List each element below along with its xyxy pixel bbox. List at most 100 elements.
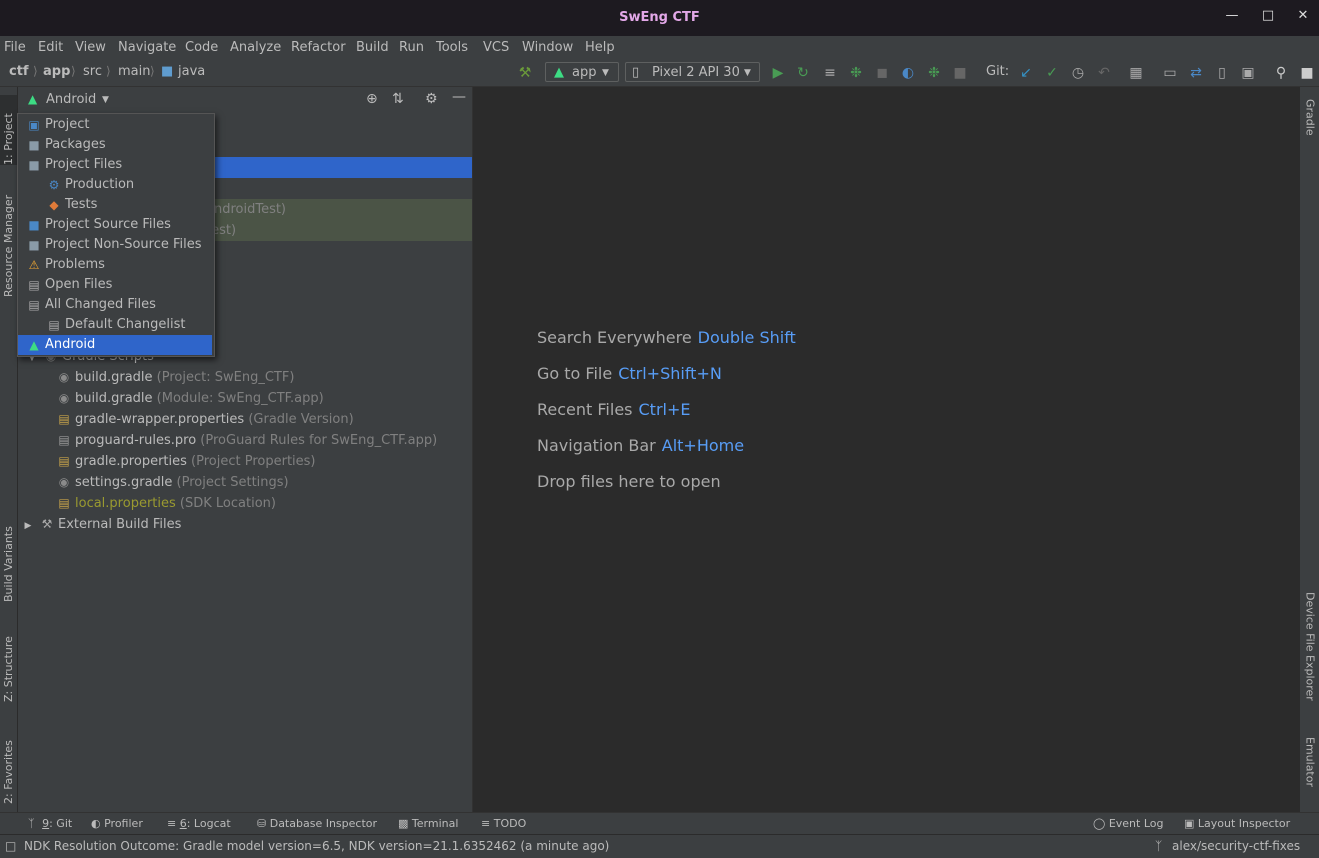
menu-build[interactable]: Build <box>356 40 389 55</box>
breadcrumb-separator: ⟩ <box>33 64 38 78</box>
popup-item-project[interactable]: ▣ Project <box>18 115 212 135</box>
breadcrumb-separator: ⟩ <box>106 64 111 78</box>
popup-item-tests[interactable]: ◆ Tests <box>18 195 212 215</box>
tab-event-log[interactable]: ◯ Event Log <box>1093 817 1163 830</box>
git-update-icon[interactable]: ↙ <box>1018 65 1034 81</box>
minimize-button[interactable]: — <box>1225 9 1239 23</box>
terminal-icon: ▩ <box>398 817 409 830</box>
tab-favorites[interactable]: 2: Favorites <box>0 719 17 804</box>
apply-code-changes-icon[interactable]: ≡ <box>822 65 838 81</box>
tab-todo[interactable]: ≡ TODO <box>481 817 526 830</box>
sync-gradle-icon[interactable]: ⇄ <box>1188 65 1204 81</box>
popup-item-android[interactable]: ▲ Android <box>18 335 212 355</box>
tab-favorites-label: 2: Favorites <box>2 740 15 804</box>
hide-icon[interactable]: — <box>452 89 466 105</box>
tree-row-settings-gradle[interactable]: ◉ settings.gradle (Project Settings) <box>56 472 289 493</box>
close-button[interactable]: ✕ <box>1296 9 1310 23</box>
run-config-select[interactable]: ▲ app ▼ <box>545 62 619 82</box>
history-icon[interactable]: ◷ <box>1070 65 1086 81</box>
tree-row-external-build-files[interactable]: ▶ ⚒ External Build Files <box>20 514 182 535</box>
tab-logcat[interactable]: ≡ 6: Logcat <box>167 817 231 830</box>
tab-project[interactable]: 1: Project <box>0 95 17 165</box>
menu-analyze[interactable]: Analyze <box>230 40 281 55</box>
tab-resource-manager[interactable]: Resource Manager <box>0 182 17 297</box>
breadcrumb-ctf[interactable]: ctf <box>9 64 29 79</box>
menu-vcs[interactable]: VCS <box>483 40 509 55</box>
breadcrumb-app[interactable]: app <box>43 64 70 79</box>
tab-database-inspector[interactable]: ⛁ Database Inspector <box>257 817 377 830</box>
tab-profiler[interactable]: ◐ Profiler <box>91 817 143 830</box>
menu-refactor[interactable]: Refactor <box>291 40 346 55</box>
tab-layout-inspector[interactable]: ▣ Layout Inspector <box>1184 817 1290 830</box>
locate-icon[interactable]: ⊕ <box>366 91 378 107</box>
device-label: Pixel 2 API 30 <box>652 65 740 80</box>
tree-row-proguard[interactable]: ▤ proguard-rules.pro (ProGuard Rules for … <box>56 430 437 451</box>
device-select[interactable]: ▯ Pixel 2 API 30 ▼ <box>625 62 760 82</box>
stop-icon[interactable]: ■ <box>952 65 968 81</box>
apply-changes-icon[interactable]: ↻ <box>795 65 811 81</box>
coverage-icon[interactable]: ◼ <box>874 65 890 81</box>
avd-manager-icon[interactable]: ▭ <box>1162 65 1178 81</box>
attach-debugger-icon[interactable]: ❉ <box>926 65 942 81</box>
device-manager-icon[interactable]: ▯ <box>1214 65 1230 81</box>
popup-item-production[interactable]: ⚙ Production <box>18 175 212 195</box>
build-hammer-icon[interactable]: ⚒ <box>517 65 533 81</box>
menu-view[interactable]: View <box>75 40 106 55</box>
view-selector-popup: ▣ Project ■ Packages ■ Project Files ⚙ P… <box>17 113 215 357</box>
maximize-button[interactable]: □ <box>1261 9 1275 23</box>
tree-row-local-properties[interactable]: ▤ local.properties (SDK Location) <box>56 493 276 514</box>
tree-row-build-gradle-module[interactable]: ◉ build.gradle (Module: SwEng_CTF.app) <box>56 388 324 409</box>
view-selector[interactable]: Android <box>46 92 96 107</box>
project-structure-icon[interactable]: ▦ <box>1128 65 1144 81</box>
menu-tools[interactable]: Tools <box>436 40 468 55</box>
menu-window[interactable]: Window <box>522 40 573 55</box>
rollback-icon[interactable]: ↶ <box>1096 65 1112 81</box>
changelist-icon: ▤ <box>28 298 40 312</box>
right-tool-strip: Gradle Device File Explorer Emulator <box>1299 87 1319 812</box>
popup-item-packages[interactable]: ■ Packages <box>18 135 212 155</box>
sdk-manager-icon[interactable]: ▣ <box>1240 65 1256 81</box>
tab-structure[interactable]: Z: Structure <box>0 622 17 702</box>
avatar-icon[interactable]: ■ <box>1299 65 1315 81</box>
popup-item-project-files[interactable]: ■ Project Files <box>18 155 212 175</box>
tab-emulator[interactable]: Emulator <box>1300 737 1319 807</box>
tab-git[interactable]: ᛉ 9: Git <box>28 817 72 830</box>
status-message[interactable]: NDK Resolution Outcome: Gradle model ver… <box>24 839 609 853</box>
popup-item-default-changelist[interactable]: ▤ Default Changelist <box>18 315 212 335</box>
breadcrumb-main[interactable]: main <box>118 64 150 79</box>
search-icon[interactable]: ⚲ <box>1273 65 1289 81</box>
menu-edit[interactable]: Edit <box>38 40 63 55</box>
breadcrumb-java[interactable]: java <box>178 64 205 79</box>
tree-row-android-test[interactable]: androidTest) <box>206 199 286 220</box>
git-commit-icon[interactable]: ✓ <box>1044 65 1060 81</box>
git-branch-widget[interactable]: alex/security-ctf-fixes <box>1172 839 1300 853</box>
menu-run[interactable]: Run <box>399 40 424 55</box>
popup-item-project-source-files[interactable]: ■ Project Source Files <box>18 215 212 235</box>
collapse-all-icon[interactable]: ⇅ <box>392 91 404 107</box>
tab-build-variants[interactable]: Build Variants <box>0 512 17 602</box>
status-toggle-icon[interactable]: □ <box>5 839 16 853</box>
menu-file[interactable]: File <box>4 40 26 55</box>
popup-item-all-changed-files[interactable]: ▤ All Changed Files <box>18 295 212 315</box>
popup-item-open-files[interactable]: ▤ Open Files <box>18 275 212 295</box>
gear-icon[interactable]: ⚙ <box>425 91 438 107</box>
menu-navigate[interactable]: Navigate <box>118 40 176 55</box>
tree-row-gradle-properties[interactable]: ▤ gradle.properties (Project Properties) <box>56 451 315 472</box>
folder-icon: ■ <box>28 138 40 152</box>
hint-go-to-file: Go to File Ctrl+Shift+N <box>537 364 722 383</box>
run-icon[interactable]: ▶ <box>770 65 786 81</box>
tab-device-file-explorer[interactable]: Device File Explorer <box>1300 592 1319 717</box>
chevron-down-icon[interactable]: ▼ <box>102 95 109 105</box>
debug-icon[interactable]: ❉ <box>848 65 864 81</box>
profile-icon[interactable]: ◐ <box>900 65 916 81</box>
tree-row-build-gradle-project[interactable]: ◉ build.gradle (Project: SwEng_CTF) <box>56 367 295 388</box>
tab-terminal[interactable]: ▩ Terminal <box>398 817 458 830</box>
popup-item-project-non-source-files[interactable]: ■ Project Non-Source Files <box>18 235 212 255</box>
popup-item-problems[interactable]: ⚠ Problems <box>18 255 212 275</box>
tab-gradle[interactable]: Gradle <box>1300 99 1319 159</box>
breadcrumb-src[interactable]: src <box>83 64 102 79</box>
menu-code[interactable]: Code <box>185 40 218 55</box>
gradle-icon: ◉ <box>58 370 70 384</box>
tree-row-gradle-wrapper[interactable]: ▤ gradle-wrapper.properties (Gradle Versi… <box>56 409 353 430</box>
menu-help[interactable]: Help <box>585 40 615 55</box>
